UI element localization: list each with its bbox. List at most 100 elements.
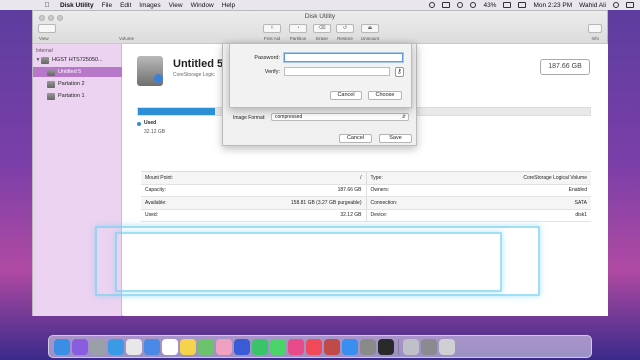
table-row: Mount Point: / Type: CoreStorage Logical V… xyxy=(141,172,591,185)
launchpad-icon[interactable] xyxy=(90,338,106,355)
partition-label: Partition xyxy=(289,36,307,41)
volume-buttons[interactable] xyxy=(116,24,136,33)
partition-button[interactable]: ◔ xyxy=(289,24,307,33)
key-icon[interactable]: ⚷ xyxy=(395,67,404,77)
volume-icon xyxy=(47,92,55,100)
glow-overlay xyxy=(115,232,502,292)
volume-label: Volume xyxy=(119,36,135,41)
verify-label: Verify: xyxy=(264,69,280,75)
airplay-icon[interactable] xyxy=(442,2,451,8)
apple-menu-icon[interactable]:  xyxy=(42,2,52,9)
restore-button[interactable]: ↺ xyxy=(336,24,354,33)
screen-record-icon[interactable] xyxy=(429,2,436,8)
menu-help[interactable]: Help xyxy=(222,2,235,9)
battery-icon[interactable] xyxy=(503,2,512,8)
info-label: Info xyxy=(591,36,599,41)
sidebar-item-disk[interactable]: ▼ HGST HTS725050... xyxy=(33,55,122,65)
info-value: CoreStorage Logical Volume xyxy=(523,174,587,181)
password-field[interactable] xyxy=(284,53,403,62)
quicktime-icon[interactable] xyxy=(378,338,394,355)
info-key: Available: xyxy=(145,199,167,206)
sidebar-item-partation-1[interactable]: Partation 1 xyxy=(33,91,122,101)
save-button[interactable]: Save xyxy=(379,134,412,143)
password-label: Password: xyxy=(254,55,280,61)
clock[interactable]: Mon 2:23 PM xyxy=(533,2,572,9)
erase-button[interactable]: ⌫ xyxy=(313,24,331,33)
sidebar-item-label: HGST HTS725050... xyxy=(52,57,103,63)
verify-field[interactable] xyxy=(284,67,390,76)
siri-icon[interactable] xyxy=(72,338,88,355)
facetime-icon[interactable] xyxy=(252,338,268,355)
music-icon[interactable] xyxy=(306,338,322,355)
info-value: 32.12 GB xyxy=(340,212,362,219)
menu-view[interactable]: View xyxy=(169,2,183,9)
user-name[interactable]: Wahid Ali xyxy=(579,2,606,9)
sidebar-item-label: Partation 2 xyxy=(58,81,85,87)
bluetooth-icon[interactable] xyxy=(234,338,250,355)
unmount-button[interactable]: ⏏ xyxy=(361,24,379,33)
info-button[interactable] xyxy=(588,24,602,33)
keyboard-flag-icon[interactable] xyxy=(518,2,527,8)
volume-icon xyxy=(47,80,55,88)
disk-utility-icon[interactable] xyxy=(403,338,419,355)
calendar-icon[interactable] xyxy=(162,338,178,355)
info-value: 158.81 GB (3.27 GB purgeable) xyxy=(290,199,362,206)
image-format-label: Image Format: xyxy=(233,115,266,121)
table-row: Available: 158.81 GB (3.27 GB purgeable) … xyxy=(141,197,591,210)
first-aid-button[interactable]: ⚕ xyxy=(263,24,281,33)
sidebar-item-untitled-5[interactable]: Untitled 5 xyxy=(33,67,122,77)
menu-window[interactable]: Window xyxy=(191,2,214,9)
battery-percent[interactable]: 43% xyxy=(483,2,496,9)
notification-center-icon[interactable] xyxy=(626,2,634,8)
trash-icon[interactable] xyxy=(439,338,455,355)
menu-images[interactable]: Images xyxy=(139,2,160,9)
cancel-button[interactable]: Cancel xyxy=(339,134,372,143)
choose-button[interactable]: Choose xyxy=(368,91,402,100)
safari-icon[interactable] xyxy=(108,338,124,355)
messages-icon[interactable] xyxy=(270,338,286,355)
volume-icon xyxy=(47,68,55,76)
wifi-icon[interactable] xyxy=(457,2,464,8)
volume-subtitle: CoreStorage Logic xyxy=(173,72,215,78)
notes-icon[interactable] xyxy=(180,338,196,355)
info-table: Mount Point: / Type: CoreStorage Logical V… xyxy=(141,171,591,222)
view-label: View xyxy=(39,36,49,41)
photos-icon[interactable] xyxy=(216,338,232,355)
finder-icon[interactable] xyxy=(54,338,70,355)
info-key: Owners: xyxy=(370,187,390,194)
sidebar-item-label: Untitled 5 xyxy=(58,69,82,75)
first-aid-label: First Aid xyxy=(263,36,281,41)
title-bar: Disk Utility View Volume ⚕ First Aid ◔ P… xyxy=(33,11,607,44)
unmount-label: Unmount xyxy=(360,36,380,41)
spotlight-icon[interactable] xyxy=(613,2,619,8)
usage-bar-fill xyxy=(138,108,215,115)
info-key: Mount Point: xyxy=(145,174,174,181)
used-label: Used xyxy=(144,120,157,126)
eraser-icon: ⌫ xyxy=(318,25,326,31)
system-preferences-icon[interactable] xyxy=(360,338,376,355)
cancel-button[interactable]: Cancel xyxy=(330,91,362,100)
menu-bar:  Disk Utility File Edit Images View Win… xyxy=(0,0,640,10)
menu-disk-utility[interactable]: Disk Utility xyxy=(60,2,94,9)
image-format-select[interactable]: compressed ⇵ xyxy=(271,113,409,121)
dock xyxy=(48,335,592,358)
maps-icon[interactable] xyxy=(198,338,214,355)
sidebar-item-partation-2[interactable]: Partation 2 xyxy=(33,79,122,89)
chrome-icon[interactable] xyxy=(126,338,142,355)
info-key: Type: xyxy=(370,174,383,181)
password-sheet: Password: Verify: ⚷ Cancel Choose xyxy=(229,43,412,108)
itunes-icon[interactable] xyxy=(288,338,304,355)
eject-icon: ⏏ xyxy=(367,25,373,31)
corestorage-badge-icon xyxy=(154,74,163,83)
photobooth-icon[interactable] xyxy=(324,338,340,355)
menu-file[interactable]: File xyxy=(102,2,112,9)
view-button[interactable] xyxy=(38,24,56,33)
menu-edit[interactable]: Edit xyxy=(120,2,131,9)
info-key: Capacity: xyxy=(145,187,166,194)
info-key: Device: xyxy=(370,212,388,219)
volume-icon[interactable] xyxy=(470,2,477,8)
mail-icon[interactable] xyxy=(144,338,160,355)
table-row: Capacity: 187.66 GB Owners: Enabled xyxy=(141,184,591,197)
screenshot-icon[interactable] xyxy=(421,338,437,355)
app-store-icon[interactable] xyxy=(342,338,358,355)
